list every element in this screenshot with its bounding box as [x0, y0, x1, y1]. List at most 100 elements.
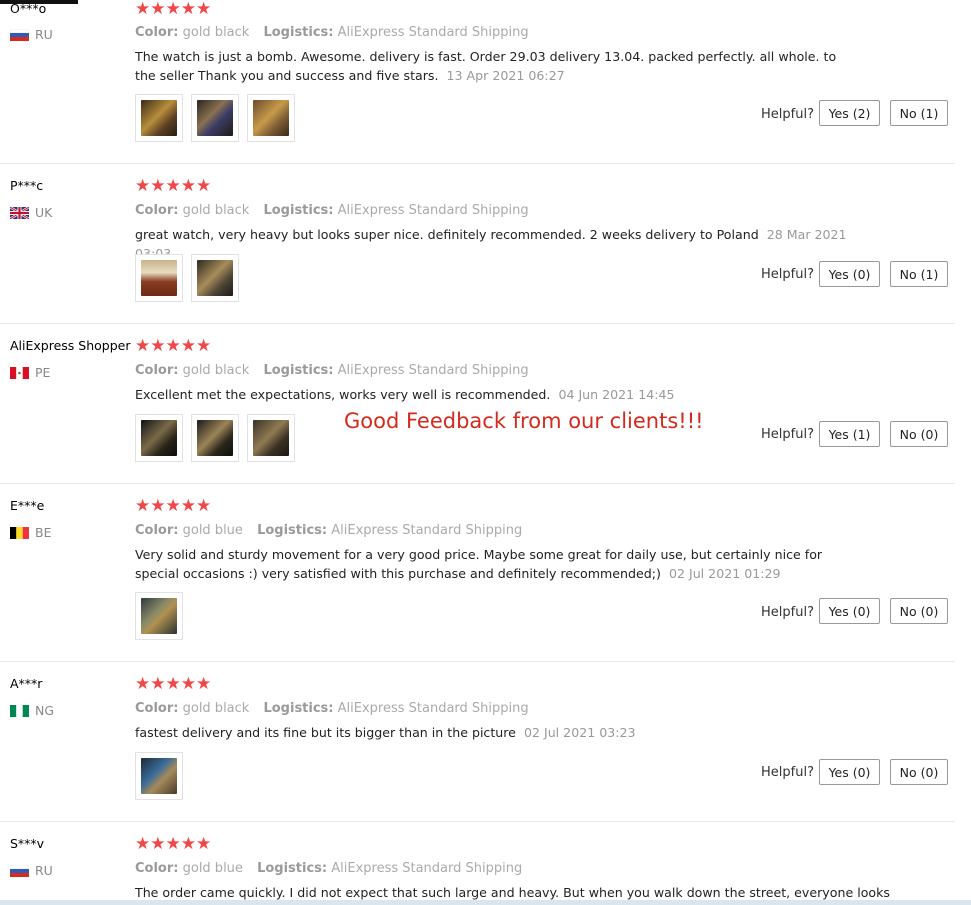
review-item: A***r NG ★★★★★ Color: gold black Logisti… — [0, 661, 955, 822]
vote-yes-button[interactable]: Yes (1) — [819, 421, 880, 447]
review-photo[interactable] — [247, 94, 295, 142]
vote-no-button[interactable]: No (1) — [890, 100, 948, 126]
vote-yes-button[interactable]: Yes (2) — [819, 100, 880, 126]
vote-yes-button[interactable]: Yes (0) — [819, 598, 880, 624]
review-photos — [135, 94, 295, 142]
review-body: The order came quickly. I did not expect… — [135, 885, 890, 900]
reviewer-name: E***e — [10, 498, 45, 513]
belgium-flag-icon — [10, 526, 29, 539]
review-body: fastest delivery and its fine but its bi… — [135, 725, 516, 740]
country-code: PE — [35, 365, 51, 380]
reviewer-country: UK — [10, 205, 52, 220]
vote-no-button[interactable]: No (0) — [890, 598, 948, 624]
review-photo[interactable] — [247, 414, 295, 462]
helpful-label: Helpful? — [761, 427, 814, 442]
star-rating: ★★★★★ — [135, 176, 212, 196]
color-label: Color: — [135, 861, 179, 876]
reviewer-country: RU — [10, 863, 53, 878]
watch-photo-image — [141, 100, 177, 136]
nigeria-flag-icon — [10, 704, 29, 717]
color-value: gold black — [182, 363, 250, 378]
review-photo[interactable] — [135, 94, 183, 142]
review-date: 02 Jul 2021 01:29 — [668, 565, 781, 581]
logistics-value: AliExpress Standard Shipping — [337, 701, 529, 716]
country-code: BE — [35, 525, 52, 540]
promo-overlay-text: Good Feedback from our clients!!! — [344, 409, 704, 433]
review-photo[interactable] — [135, 254, 183, 302]
review-photos — [135, 254, 239, 302]
color-label: Color: — [135, 25, 179, 40]
review-attributes: Color: gold black Logistics: AliExpress … — [135, 203, 539, 218]
review-photo[interactable] — [135, 752, 183, 800]
reviewer-name: P***c — [10, 178, 44, 193]
helpful-label: Helpful? — [761, 107, 814, 122]
watch-photo-image — [141, 758, 177, 794]
helpful-label: Helpful? — [761, 765, 814, 780]
bottom-edge-strip — [0, 900, 971, 905]
review-attributes: Color: gold blue Logistics: AliExpress S… — [135, 861, 532, 876]
reviewer-country: NG — [10, 703, 54, 718]
helpful-label: Helpful? — [761, 605, 814, 620]
color-value: gold black — [182, 203, 250, 218]
logistics-value: AliExpress Standard Shipping — [331, 861, 523, 876]
reviewer-name: A***r — [10, 676, 43, 691]
vote-no-button[interactable]: No (1) — [890, 261, 948, 287]
review-date: 04 Jun 2021 14:45 — [558, 387, 675, 402]
color-label: Color: — [135, 363, 179, 378]
logistics-value: AliExpress Standard Shipping — [337, 25, 529, 40]
country-code: NG — [35, 703, 55, 718]
vote-no-button[interactable]: No (0) — [890, 759, 948, 785]
country-code: RU — [35, 27, 53, 42]
vote-yes-button[interactable]: Yes (0) — [819, 759, 880, 785]
helpful-label: Helpful? — [761, 267, 814, 282]
color-value: gold black — [182, 25, 250, 40]
review-attributes: Color: gold black Logistics: AliExpress … — [135, 363, 539, 378]
review-photos — [135, 592, 183, 640]
review-text: Very solid and sturdy movement for a ver… — [135, 546, 855, 583]
color-label: Color: — [135, 203, 179, 218]
color-label: Color: — [135, 523, 179, 538]
color-value: gold blue — [182, 523, 243, 538]
reviewer-country: BE — [10, 525, 51, 540]
review-photo[interactable] — [135, 592, 183, 640]
country-code: RU — [35, 863, 53, 878]
star-rating: ★★★★★ — [135, 496, 212, 516]
review-attributes: Color: gold black Logistics: AliExpress … — [135, 25, 539, 40]
review-item: E***e BE ★★★★★ Color: gold blue Logistic… — [0, 483, 955, 662]
review-photo[interactable] — [191, 94, 239, 142]
review-text: The watch is just a bomb. Awesome. deliv… — [135, 48, 855, 85]
review-photos — [135, 414, 295, 462]
review-photo[interactable] — [135, 414, 183, 462]
review-photo[interactable] — [191, 414, 239, 462]
review-attributes: Color: gold black Logistics: AliExpress … — [135, 701, 539, 716]
country-code: UK — [35, 205, 53, 220]
watch-photo-image — [197, 260, 233, 296]
logistics-label: Logistics: — [257, 523, 328, 538]
reviewer-name: S***v — [10, 836, 45, 851]
review-item: AliExpress Shopper PE ★★★★★ Color: gold … — [0, 323, 955, 484]
logistics-value: AliExpress Standard Shipping — [337, 363, 529, 378]
review-text: great watch, very heavy but looks super … — [135, 226, 855, 263]
russia-flag-icon — [10, 864, 29, 877]
reviewer-name: AliExpress Shopper — [10, 338, 131, 353]
russia-flag-icon — [10, 28, 29, 41]
reviewer-name: O***o — [10, 1, 47, 16]
logistics-label: Logistics: — [263, 25, 334, 40]
color-value: gold black — [182, 701, 250, 716]
watch-photo-image — [253, 100, 289, 136]
review-text: Excellent met the expectations, works ve… — [135, 386, 855, 405]
vote-yes-button[interactable]: Yes (0) — [819, 261, 880, 287]
watch-photo-image — [141, 260, 177, 296]
vote-no-button[interactable]: No (0) — [890, 421, 948, 447]
review-body: Excellent met the expectations, works ve… — [135, 387, 551, 402]
review-photo[interactable] — [191, 254, 239, 302]
review-date: 13 Apr 2021 06:27 — [446, 67, 565, 83]
color-value: gold blue — [182, 861, 243, 876]
color-label: Color: — [135, 701, 179, 716]
logistics-label: Logistics: — [263, 363, 334, 378]
logistics-label: Logistics: — [263, 203, 334, 218]
logistics-value: AliExpress Standard Shipping — [337, 203, 529, 218]
watch-photo-image — [141, 420, 177, 456]
review-item: O***o RU ★★★★★ Color: gold black Logisti… — [0, 0, 955, 164]
reviewer-country: RU — [10, 27, 53, 42]
